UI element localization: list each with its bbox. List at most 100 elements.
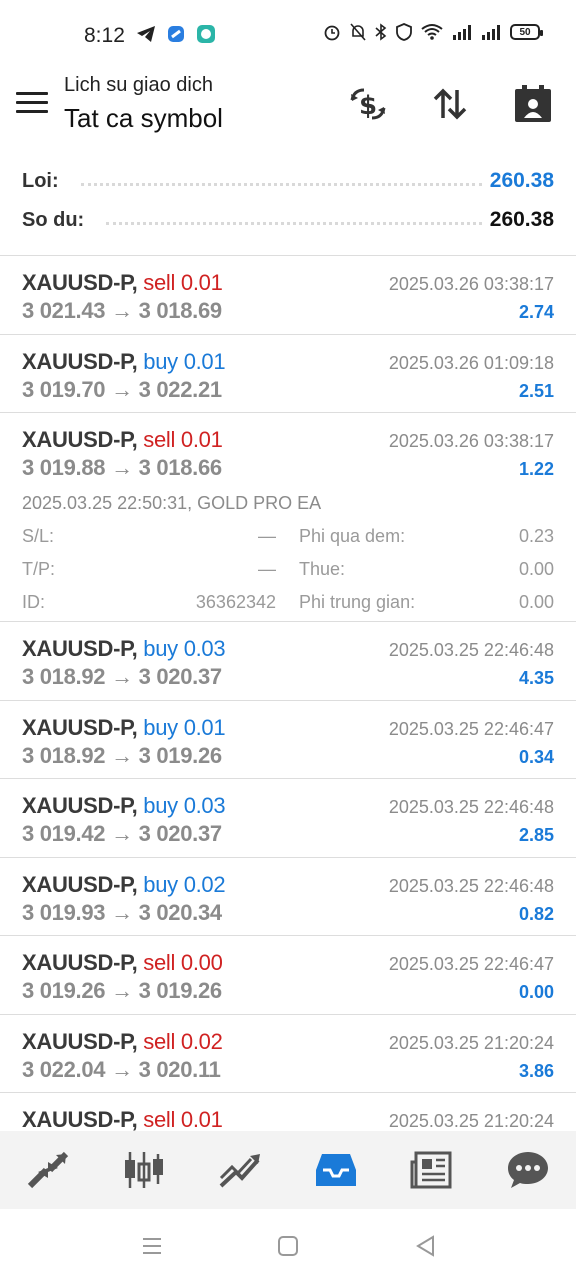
system-status-icons: 50 [323, 23, 543, 41]
detail-line: T/P: — Thue: 0.00 [22, 559, 554, 589]
calendar-filter-button[interactable] [511, 82, 555, 126]
vpn-shield-icon [396, 23, 412, 41]
chat-app-icon [197, 25, 215, 43]
trade-time: 2025.03.26 03:38:17 [388, 274, 554, 294]
trade-time: 2025.03.26 01:09:18 [388, 352, 554, 373]
page-title[interactable]: Tat ca symbol [64, 103, 223, 134]
trade-volume: 0.01 [183, 348, 226, 374]
detail-line: ID: 36362342 Phi trung gian: 0.00 [22, 592, 554, 622]
open-price: 3 018.92 [22, 742, 106, 768]
mute-bell-icon [350, 23, 366, 41]
recent-apps-button[interactable] [139, 1233, 165, 1259]
trade-history-list[interactable]: XAUUSD-P, sell 0.01 3 021.43 → 3 018.69 … [0, 256, 576, 1131]
close-price: 3 020.34 [138, 899, 223, 925]
close-price: 3 020.11 [138, 1056, 221, 1082]
trade-profit: 0.00 [518, 982, 554, 1002]
trade-time: 2025.03.25 22:46:48 [388, 875, 554, 896]
trade-symbol: XAUUSD-P, [22, 871, 138, 897]
trade-profit: 2.85 [518, 825, 554, 845]
arrow-icon: → [111, 899, 133, 925]
trade-row[interactable]: XAUUSD-P, buy 0.03 3 019.42 → 3 020.37 2… [0, 779, 576, 858]
trade-side: sell [143, 1028, 176, 1054]
detail-line: S/L: — Phi qua dem: 0.23 [22, 526, 554, 556]
nav-history[interactable] [306, 1140, 366, 1200]
trade-symbol-line: XAUUSD-P, buy 0.01 [22, 348, 226, 375]
trade-row[interactable]: XAUUSD-P, buy 0.01 3 019.70 → 3 022.21 2… [0, 335, 576, 413]
commission-value: 0.00 [518, 592, 554, 612]
hamburger-line [16, 110, 48, 113]
page-subtitle: Lich su giao dich [64, 74, 213, 96]
tax-label: Thue: [299, 559, 346, 579]
close-price: 3 020.37 [138, 821, 223, 846]
trade-side: buy [143, 714, 178, 740]
trade-symbol: XAUUSD-P, [22, 1107, 138, 1131]
trade-volume: 0.01 [180, 427, 223, 452]
arrow-icon: → [111, 455, 133, 480]
trade-row-expanded[interactable]: XAUUSD-P, sell 0.01 3 019.88 → 3 018.66 … [0, 413, 576, 622]
trade-row[interactable]: XAUUSD-P, buy 0.01 3 018.92 → 3 019.26 2… [0, 701, 576, 779]
arrow-icon: → [111, 298, 133, 323]
close-price: 3 019.26 [138, 742, 223, 768]
trade-symbol: XAUUSD-P, [22, 636, 138, 661]
currency-exchange-button[interactable]: $ [346, 82, 390, 126]
trade-time: 2025.03.25 22:46:47 [388, 718, 554, 739]
trade-prices: 3 019.70 → 3 022.21 [22, 377, 222, 403]
app-header: Lich su giao dich Tat ca symbol $ [0, 70, 576, 150]
open-price: 3 018.92 [22, 664, 106, 689]
arrow-icon: → [111, 978, 133, 1003]
trade-side: buy [143, 871, 178, 897]
bluetooth-icon [375, 23, 387, 41]
nav-news[interactable] [402, 1140, 462, 1200]
trade-volume: 0.02 [183, 871, 226, 897]
nav-trade[interactable] [210, 1140, 270, 1200]
sl-value: — [258, 526, 276, 546]
sort-button[interactable] [428, 82, 472, 126]
trade-row[interactable]: XAUUSD-P, sell 0.01 3 021.43 → 3 018.69 … [0, 256, 576, 335]
trade-symbol-line: XAUUSD-P, buy 0.01 [22, 714, 226, 741]
trade-row[interactable]: XAUUSD-P, sell 0.01 2025.03.25 21:20:24 [0, 1093, 576, 1131]
close-price: 3 019.26 [138, 978, 223, 1003]
back-button[interactable] [413, 1233, 439, 1259]
trade-open-info: 2025.03.25 22:50:31, GOLD PRO EA [22, 493, 322, 513]
open-price: 3 019.93 [22, 899, 106, 925]
telegram-icon [137, 26, 155, 42]
bottom-navigation [0, 1131, 576, 1209]
trade-volume: 0.01 [180, 1107, 223, 1131]
news-icon [410, 1151, 452, 1189]
tp-value: — [258, 559, 276, 579]
dotted-leader [80, 182, 482, 186]
account-summary: Loi: 260.38 So du: 260.38 [0, 162, 576, 256]
nav-messages[interactable] [498, 1140, 558, 1200]
hamburger-line [16, 101, 48, 104]
trade-profit: 0.82 [518, 903, 554, 924]
trade-time: 2025.03.25 22:46:47 [388, 954, 554, 974]
trade-time: 2025.03.25 21:20:24 [388, 1111, 554, 1131]
close-price: 3 018.66 [138, 455, 223, 480]
trade-row[interactable]: XAUUSD-P, sell 0.00 3 019.26 → 3 019.26 … [0, 936, 576, 1015]
id-label: ID: [22, 592, 46, 612]
trade-prices: 3 019.88 → 3 018.66 [22, 455, 222, 481]
trade-profit: 2.74 [518, 302, 554, 322]
home-button[interactable] [275, 1233, 301, 1259]
trade-volume: 0.03 [183, 636, 226, 661]
arrow-icon: → [111, 1056, 133, 1082]
nav-quotes[interactable] [18, 1140, 78, 1200]
open-price: 3 021.43 [22, 298, 106, 323]
trade-prices: 3 018.92 → 3 020.37 [22, 664, 222, 690]
commission-label: Phi trung gian: [299, 592, 416, 612]
nav-chart[interactable] [114, 1140, 174, 1200]
trade-row[interactable]: XAUUSD-P, buy 0.02 3 019.93 → 3 020.34 2… [0, 858, 576, 936]
trade-prices: 3 019.93 → 3 020.34 [22, 900, 222, 926]
trade-symbol: XAUUSD-P, [22, 348, 138, 374]
trade-symbol-line: XAUUSD-P, sell 0.01 [22, 1107, 223, 1131]
dotted-leader [106, 221, 482, 225]
recent-apps-icon [143, 1238, 161, 1254]
menu-button[interactable] [16, 92, 48, 116]
trade-profit: 0.34 [518, 746, 554, 767]
close-price: 3 018.69 [138, 298, 223, 323]
trade-row[interactable]: XAUUSD-P, buy 0.03 3 018.92 → 3 020.37 2… [0, 622, 576, 701]
arrow-icon: → [111, 376, 133, 402]
trade-row[interactable]: XAUUSD-P, sell 0.02 3 022.04 → 3 020.11 … [0, 1015, 576, 1093]
trade-symbol-line: XAUUSD-P, sell 0.01 [22, 270, 223, 296]
trade-volume: 0.01 [180, 270, 223, 295]
